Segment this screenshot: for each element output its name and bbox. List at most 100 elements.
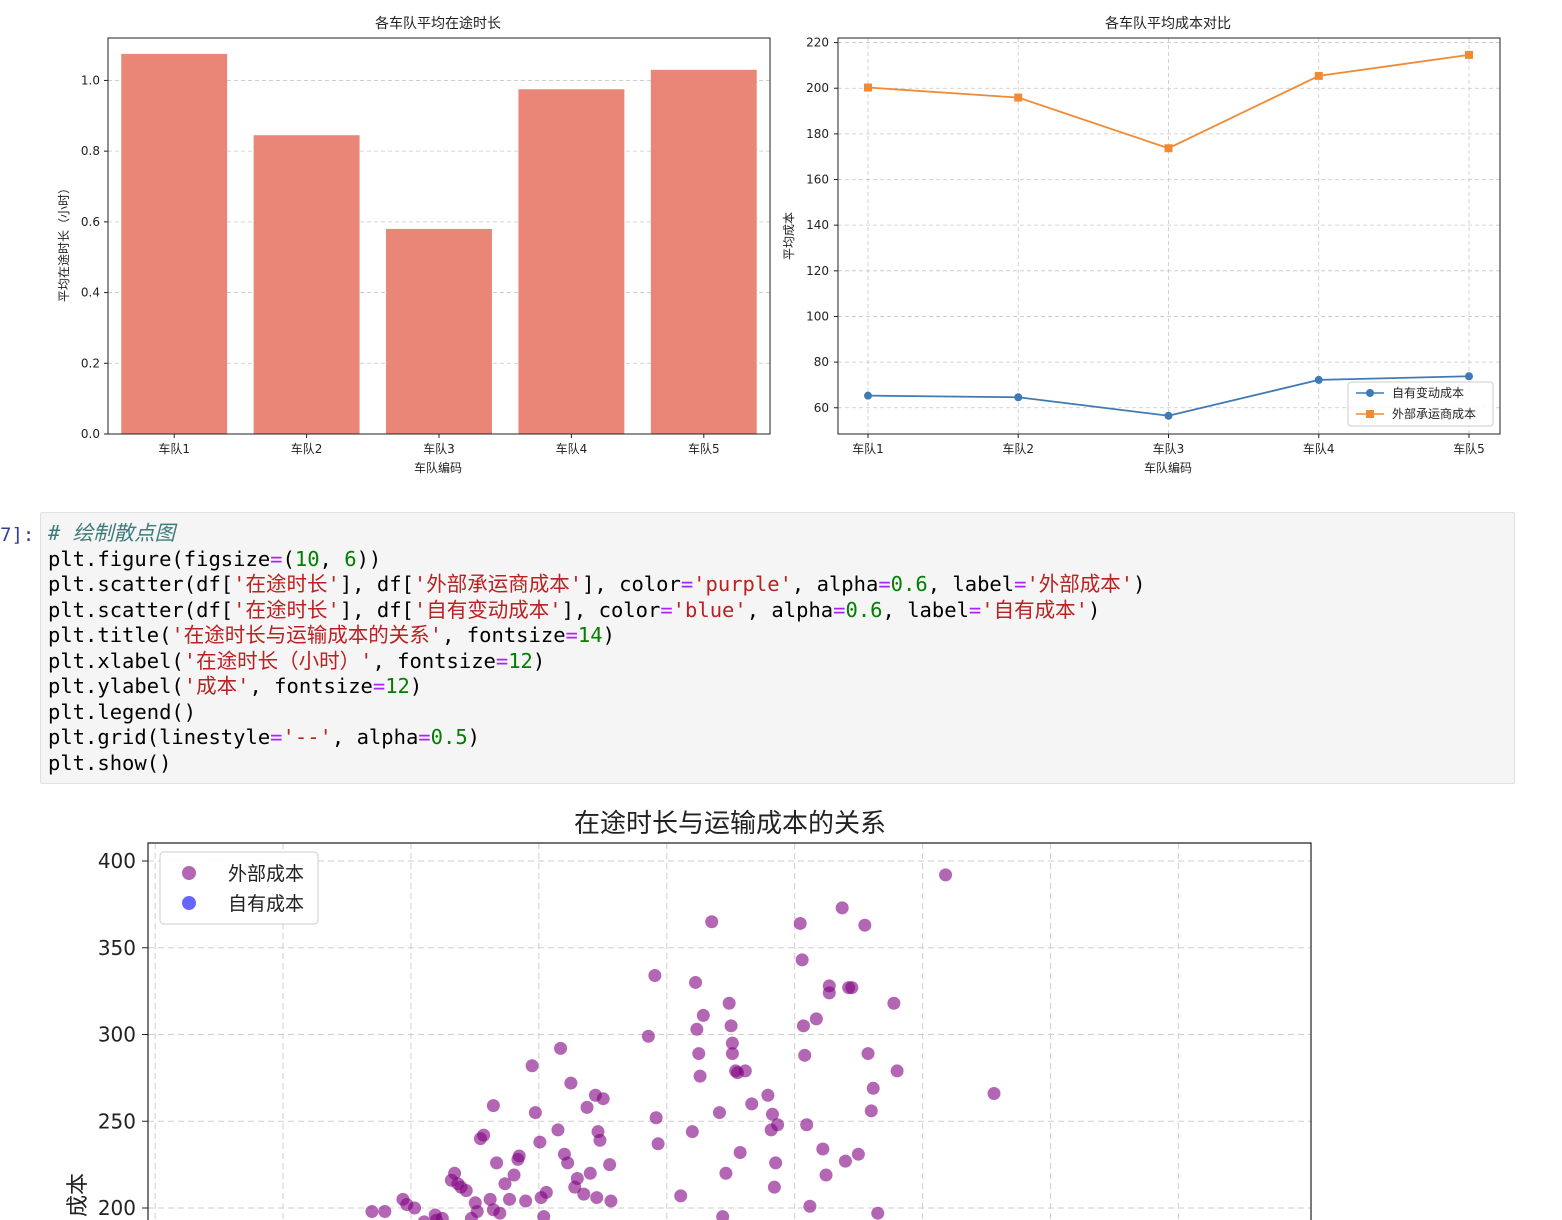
line-chart-y-axis-label: 平均成本 xyxy=(782,212,796,260)
code-line[interactable]: plt.title('在途时长与运输成本的关系', fontsize=14) xyxy=(48,623,615,647)
code-token: ) xyxy=(1087,597,1101,622)
code-line[interactable]: plt.figure(figsize=(10, 6)) xyxy=(48,547,381,571)
scatter-point xyxy=(528,1106,542,1120)
code-token: '自有变动成本' xyxy=(413,597,562,622)
scatter-point xyxy=(798,1048,812,1062)
bar-4 xyxy=(518,89,625,435)
scatter-point xyxy=(408,1201,422,1215)
scatter-point xyxy=(512,1149,526,1163)
code-token: plt.legend() xyxy=(48,699,197,724)
scatter-point xyxy=(593,1133,607,1147)
scatter-y-tick-label: 350 xyxy=(98,936,136,960)
scatter-point xyxy=(649,1111,663,1125)
code-line[interactable]: plt.grid(linestyle='--', alpha=0.5) xyxy=(48,725,480,749)
scatter-point xyxy=(539,1185,553,1199)
code-token: ) xyxy=(532,648,546,673)
scatter-point xyxy=(603,1158,617,1172)
bar-x-tick-label: 车队3 xyxy=(423,441,455,456)
scatter-point xyxy=(570,1172,584,1186)
code-token: plt.scatter(df[ xyxy=(48,597,234,622)
code-token: = xyxy=(1014,572,1027,596)
scatter-point xyxy=(761,1088,775,1102)
scatter-point xyxy=(693,1069,707,1083)
line-point xyxy=(1314,375,1323,384)
scatter-point xyxy=(722,996,736,1010)
code-token: plt.show() xyxy=(48,750,172,775)
bar-y-tick-label: 0.4 xyxy=(81,286,100,300)
code-token: ], color xyxy=(582,572,681,596)
scatter-y-tick-label: 400 xyxy=(98,849,136,873)
scatter-y-tick-label: 200 xyxy=(98,1196,136,1220)
code-token: plt.ylabel( xyxy=(48,674,184,698)
bar-x-tick-label: 车队1 xyxy=(158,441,190,456)
bar-5 xyxy=(650,69,757,435)
code-token: , fontsize xyxy=(442,623,566,647)
code-token: '外部成本' xyxy=(1026,572,1134,596)
bar-chart-x-axis-label: 车队编码 xyxy=(414,460,462,475)
code-token: , label xyxy=(882,597,969,622)
code-token: 'blue' xyxy=(672,597,747,622)
bar-x-tick-label: 车队4 xyxy=(556,441,588,456)
scatter-point xyxy=(866,1081,880,1095)
code-line[interactable]: plt.show() xyxy=(48,751,171,775)
line-y-tick-label: 140 xyxy=(806,218,829,232)
scatter-point xyxy=(503,1192,517,1206)
scatter-point xyxy=(716,1210,730,1220)
code-token: )) xyxy=(356,546,382,571)
code-line[interactable]: plt.ylabel('成本', fontsize=12) xyxy=(48,674,422,698)
scatter-point xyxy=(771,1118,785,1132)
scatter-point xyxy=(725,1047,739,1061)
scatter-point xyxy=(719,1166,733,1180)
code-token: ) xyxy=(1133,572,1146,596)
code-token: plt.grid(linestyle xyxy=(48,725,271,749)
bar-chart-bars xyxy=(121,53,757,435)
line-y-tick-label: 60 xyxy=(814,401,829,415)
code-token: ], df[ xyxy=(339,572,414,596)
code-token: ) xyxy=(602,623,615,647)
cell-prompt: 7]: xyxy=(0,524,35,546)
code-token: , fontsize xyxy=(249,674,373,698)
scatter-point xyxy=(604,1194,618,1208)
code-token: '在途时长' xyxy=(233,597,340,622)
bar-chart-title: 各车队平均在途时长 xyxy=(375,15,501,32)
code-token: 6 xyxy=(344,546,357,571)
bar-chart-y-axis-label: 平均在途时长（小时） xyxy=(56,182,71,302)
code-line[interactable]: plt.scatter(df['在途时长'], df['外部承运商成本'], c… xyxy=(48,572,1145,596)
code-text[interactable]: # 绘制散点图 plt.figure(figsize=(10, 6)) plt.… xyxy=(41,513,1514,776)
code-line[interactable]: # 绘制散点图 xyxy=(48,521,175,545)
code-token: = xyxy=(495,648,509,673)
legend-label-own: 自有成本 xyxy=(228,893,304,915)
scatter-point xyxy=(674,1189,688,1203)
line-point xyxy=(1314,71,1323,80)
code-token: plt.xlabel( xyxy=(48,648,184,673)
code-line[interactable]: plt.scatter(df['在途时长'], df['自有变动成本'], co… xyxy=(48,598,1100,622)
scatter-point xyxy=(596,1092,610,1106)
scatter-point xyxy=(561,1156,575,1170)
scatter-point xyxy=(890,1064,904,1078)
code-token: , xyxy=(319,546,345,571)
scatter-point xyxy=(733,1145,747,1159)
legend-marker-external xyxy=(182,866,196,880)
line-chart-title: 各车队平均成本对比 xyxy=(1105,15,1231,32)
legend-marker-own-cost xyxy=(1366,389,1374,397)
bar-chart: 各车队平均在途时长 0.00.20.40.60.81.0 车队1 车队2 车队3 车队… xyxy=(56,15,771,475)
code-token: = xyxy=(565,623,578,647)
code-token: plt.title( xyxy=(48,623,172,647)
scatter-point xyxy=(490,1156,504,1170)
code-cell[interactable]: 7]: # 绘制散点图 plt.figure(figsize=(10, 6)) … xyxy=(0,508,1562,788)
code-line[interactable]: plt.legend() xyxy=(48,700,196,724)
scatter-chart-y-axis-label: 成本 xyxy=(66,1173,91,1217)
scatter-point xyxy=(767,1180,781,1194)
line-point xyxy=(1164,144,1173,153)
scatter-point xyxy=(822,986,836,1000)
code-token: , fontsize xyxy=(372,648,496,673)
scatter-point xyxy=(939,868,953,882)
code-token: '--' xyxy=(282,725,332,749)
code-token: '在途时长（小时）' xyxy=(183,648,373,673)
code-token: ) xyxy=(409,674,423,698)
code-editor[interactable]: # 绘制散点图 plt.figure(figsize=(10, 6)) plt.… xyxy=(40,512,1515,784)
bar-y-tick-label: 0.0 xyxy=(81,427,100,441)
code-line[interactable]: plt.xlabel('在途时长（小时）', fontsize=12) xyxy=(48,649,545,673)
code-token: , label xyxy=(927,572,1015,596)
scatter-point xyxy=(648,969,662,983)
